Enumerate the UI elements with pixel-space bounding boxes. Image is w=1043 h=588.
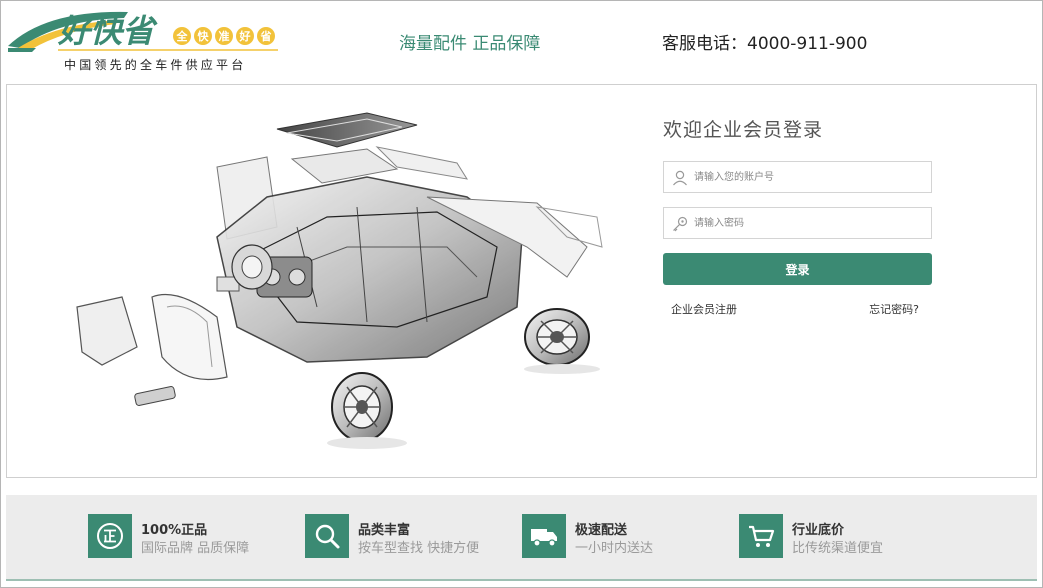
account-field bbox=[663, 161, 932, 193]
exploded-car-illustration bbox=[76, 112, 603, 449]
feature-title: 极速配送 bbox=[575, 523, 628, 538]
login-panel: 欢迎企业会员登录 登录 企业会员注册 忘记密码? bbox=[6, 84, 1037, 478]
svg-text:好: 好 bbox=[239, 29, 251, 43]
svg-text:省: 省 bbox=[260, 29, 272, 43]
feature-icon-box bbox=[305, 514, 349, 558]
feature-title: 行业底价 bbox=[792, 523, 845, 538]
password-field bbox=[663, 207, 932, 239]
account-input[interactable] bbox=[694, 162, 928, 192]
user-icon bbox=[673, 170, 687, 186]
login-links: 企业会员注册 忘记密码? bbox=[663, 301, 933, 317]
svg-text:准: 准 bbox=[219, 29, 230, 43]
search-icon bbox=[315, 524, 340, 549]
genuine-icon bbox=[97, 523, 123, 549]
logo-subtitle: 中国领先的全车件供应平台 bbox=[64, 58, 247, 72]
truck-icon bbox=[531, 529, 557, 547]
header: 好快省 全 快 准 好 省 中国领先的全车件供应平台 海量配件 正品保障 客服电… bbox=[0, 0, 1043, 82]
svg-text:快: 快 bbox=[197, 29, 210, 43]
feature-icon-box bbox=[88, 514, 132, 558]
feature-subtitle: 国际品牌 品质保障 bbox=[141, 541, 250, 556]
site-logo[interactable]: 好快省 全 快 准 好 省 中国领先的全车件供应平台 bbox=[6, 6, 281, 72]
logo-graphic: 好快省 全 快 准 好 省 bbox=[8, 11, 278, 52]
forgot-password-link[interactable]: 忘记密码? bbox=[869, 301, 919, 317]
feature-icon-box bbox=[739, 514, 783, 558]
feature-icon-box bbox=[522, 514, 566, 558]
login-button[interactable]: 登录 bbox=[663, 253, 932, 285]
register-link[interactable]: 企业会员注册 bbox=[671, 301, 737, 317]
feature-subtitle: 按车型查找 快捷方便 bbox=[358, 541, 480, 556]
feature-title: 品类丰富 bbox=[358, 523, 411, 538]
feature-title: 100%正品 bbox=[141, 523, 208, 538]
password-input[interactable] bbox=[694, 208, 928, 238]
svg-text:好快省: 好快省 bbox=[57, 12, 158, 50]
features-bar: 100%正品 国际品牌 品质保障 品类丰富 按车型查找 快捷方便 极速配送 一小… bbox=[6, 495, 1037, 581]
cart-icon bbox=[749, 525, 775, 547]
feature-subtitle: 一小时内送达 bbox=[575, 541, 654, 556]
feature-subtitle: 比传统渠道便宜 bbox=[792, 541, 884, 556]
header-slogan: 海量配件 正品保障 bbox=[399, 34, 541, 54]
svg-text:全: 全 bbox=[176, 29, 189, 43]
login-form: 欢迎企业会员登录 登录 企业会员注册 忘记密码? bbox=[663, 115, 933, 317]
login-title: 欢迎企业会员登录 bbox=[663, 119, 824, 141]
customer-service-hotline: 客服电话：4000-911-900 bbox=[662, 34, 868, 54]
key-icon bbox=[673, 216, 688, 232]
